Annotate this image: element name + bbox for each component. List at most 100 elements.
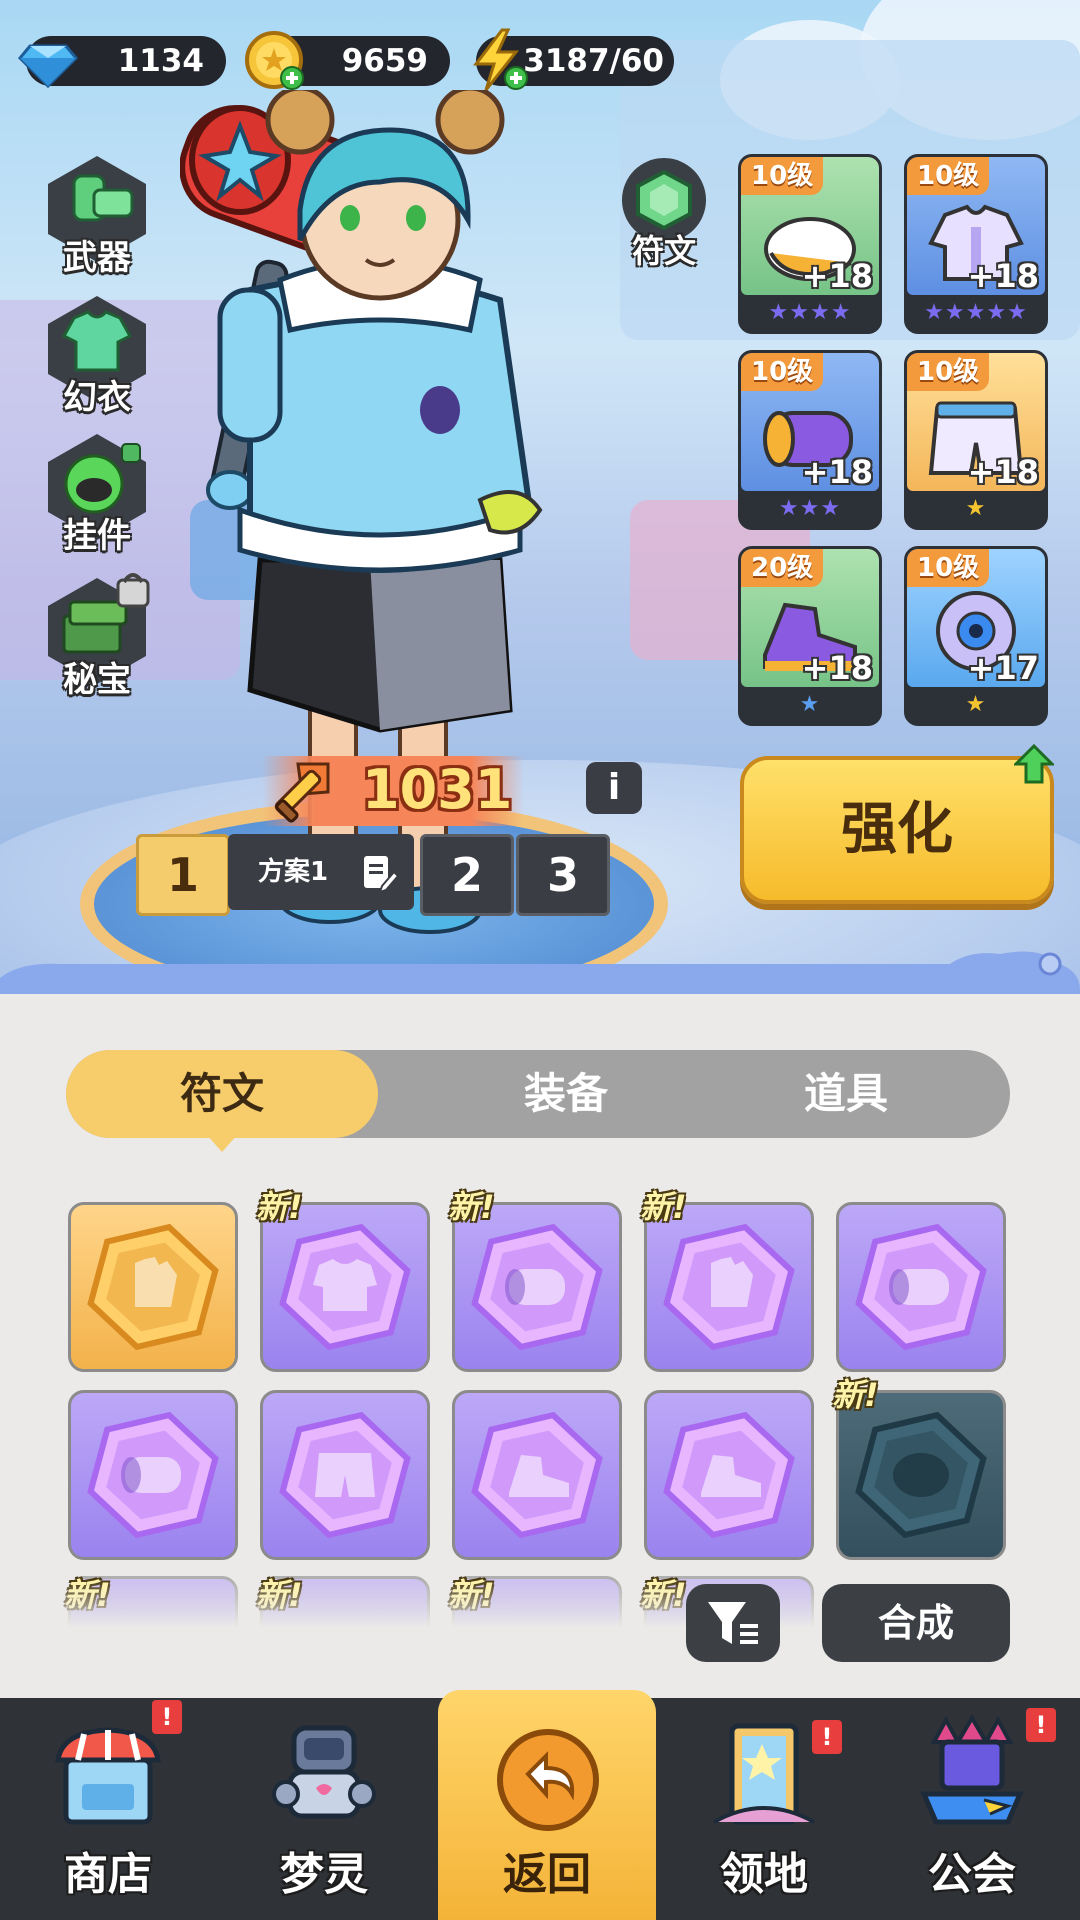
notification-badge: ! — [812, 1720, 842, 1754]
rune-slot[interactable]: 符文 — [614, 156, 714, 270]
equipment-card[interactable]: 10级 +18 ★★★ — [738, 350, 882, 530]
tab-pointer — [206, 1134, 238, 1152]
rune-inventory-slot[interactable] — [644, 1390, 814, 1560]
equipment-card[interactable]: 10级 +18 ★★★★ — [738, 154, 882, 334]
star-rating: ★ — [907, 689, 1045, 721]
notification-badge: ! — [1026, 1708, 1056, 1742]
star-icon: ★ — [810, 300, 831, 325]
plan-name[interactable]: 方案1 — [228, 834, 414, 910]
helmet-rune-icon — [855, 1411, 987, 1539]
edit-icon — [364, 856, 398, 892]
star-rating: ★★★ — [741, 493, 879, 525]
jacket-rune-icon — [279, 1223, 411, 1351]
equipment-plus: +18 — [801, 649, 873, 687]
nav-back[interactable]: 返回 — [438, 1690, 656, 1920]
star-rating: ★★★★★ — [907, 297, 1045, 329]
rune-inventory-slot[interactable] — [68, 1390, 238, 1560]
glove-rune-icon — [87, 1223, 219, 1351]
sword-icon — [274, 762, 330, 823]
plan-tab-2[interactable]: 2 — [420, 834, 514, 916]
rune-inventory-slot[interactable] — [260, 1390, 430, 1560]
nav-dream-spirit-label: 梦灵 — [280, 1849, 368, 1900]
star-icon: ★ — [768, 300, 790, 325]
star-icon: ★ — [820, 496, 842, 521]
menu-outfit-label: 幻衣 — [63, 378, 131, 418]
menu-outfit[interactable]: 幻衣 — [38, 290, 156, 418]
tab-runes[interactable]: 符文 — [66, 1050, 378, 1138]
filter-icon — [708, 1602, 758, 1644]
rune-inventory-slot[interactable] — [68, 1202, 238, 1372]
star-icon: ★ — [1007, 300, 1028, 325]
coin-value: 9659 — [341, 43, 428, 79]
info-button[interactable]: i — [586, 762, 642, 814]
enhance-button[interactable]: 强化 — [740, 756, 1054, 904]
guild-icon — [920, 1714, 1024, 1825]
combat-power: 1031 — [262, 756, 524, 826]
plan-name-label: 方案1 — [258, 857, 329, 887]
tab-equipment[interactable]: 装备 — [410, 1050, 722, 1138]
gem-counter[interactable]: 1134 — [17, 36, 226, 89]
star-rating: ★ — [907, 493, 1045, 525]
equipment-card[interactable]: 10级 +18 ★★★★★ — [904, 154, 1048, 334]
compose-button[interactable]: 合成 — [822, 1584, 1010, 1662]
star-rating: ★★★★ — [741, 297, 879, 329]
equipment-card[interactable]: 10级 +18 ★ — [904, 350, 1048, 530]
star-icon: ★ — [944, 300, 966, 325]
rune-inventory-slot[interactable] — [836, 1202, 1006, 1372]
shoe-rune-icon — [471, 1411, 603, 1539]
glove-rune-icon — [663, 1223, 795, 1351]
inventory-tabs: 符文 装备 道具 — [66, 1050, 1010, 1138]
plan-tab-1[interactable]: 1 — [136, 834, 230, 916]
equipment-plus: +18 — [801, 257, 873, 295]
equipment-card[interactable]: 20级 +18 ★ — [738, 546, 882, 726]
shop-icon — [55, 1727, 161, 1825]
nav-back-label: 返回 — [503, 1849, 591, 1900]
equipment-level: 10级 — [741, 157, 824, 195]
equipment-level: 20级 — [741, 549, 824, 587]
menu-pendant[interactable]: 挂件 — [38, 428, 156, 556]
equipment-level: 10级 — [907, 353, 990, 391]
menu-weapon[interactable]: 武器 — [38, 150, 156, 278]
tab-items[interactable]: 道具 — [690, 1050, 1002, 1138]
equipment-plus: +18 — [801, 453, 873, 491]
gem-value: 1134 — [117, 43, 204, 79]
shorts-rune-icon — [279, 1411, 411, 1539]
lightning-icon — [472, 28, 528, 91]
equipment-card[interactable]: 10级 +17 ★ — [904, 546, 1048, 726]
nav-guild-label: 公会 — [928, 1849, 1016, 1900]
lock-icon — [116, 578, 150, 608]
energy-counter[interactable]: 3187/60 — [472, 28, 674, 91]
bottom-nav: 商店 ! 梦灵 返回 领地 ! 公会 ! — [0, 1690, 1080, 1920]
notification-badge: ! — [152, 1700, 182, 1734]
star-icon: ★ — [965, 300, 987, 325]
filter-button[interactable] — [686, 1584, 780, 1662]
menu-treasure[interactable]: 秘宝 — [38, 572, 156, 700]
star-icon: ★ — [799, 692, 821, 717]
equipment-level: 10级 — [741, 353, 824, 391]
ring-rune-icon — [855, 1223, 987, 1351]
star-rating: ★ — [741, 689, 879, 721]
back-arrow-icon — [497, 1729, 599, 1831]
nav-territory[interactable]: 领地 ! — [656, 1698, 872, 1920]
diamond-icon — [17, 44, 79, 89]
robot-icon — [272, 1725, 376, 1819]
plan-tab-3[interactable]: 3 — [516, 834, 610, 916]
star-icon: ★ — [965, 496, 987, 521]
menu-pendant-label: 挂件 — [63, 516, 131, 556]
equipment-plus: +18 — [967, 257, 1039, 295]
equipment-level: 10级 — [907, 549, 990, 587]
nav-shop[interactable]: 商店 ! — [0, 1698, 216, 1920]
menu-treasure-label: 秘宝 — [63, 660, 131, 700]
star-icon: ★ — [986, 300, 1008, 325]
equipment-level: 10级 — [907, 157, 990, 195]
new-tag: 新! — [448, 1188, 495, 1226]
star-icon: ★ — [789, 300, 810, 325]
coin-counter[interactable]: 9659 — [245, 31, 450, 90]
rune-inventory-slot[interactable] — [452, 1390, 622, 1560]
star-icon: ★ — [799, 496, 821, 521]
rune-slot-label: 符文 — [631, 232, 696, 270]
nav-guild[interactable]: 公会 ! — [864, 1698, 1080, 1920]
upgrade-arrow-icon — [1014, 744, 1054, 784]
nav-territory-label: 领地 — [720, 1849, 808, 1900]
nav-dream-spirit[interactable]: 梦灵 — [216, 1698, 432, 1920]
